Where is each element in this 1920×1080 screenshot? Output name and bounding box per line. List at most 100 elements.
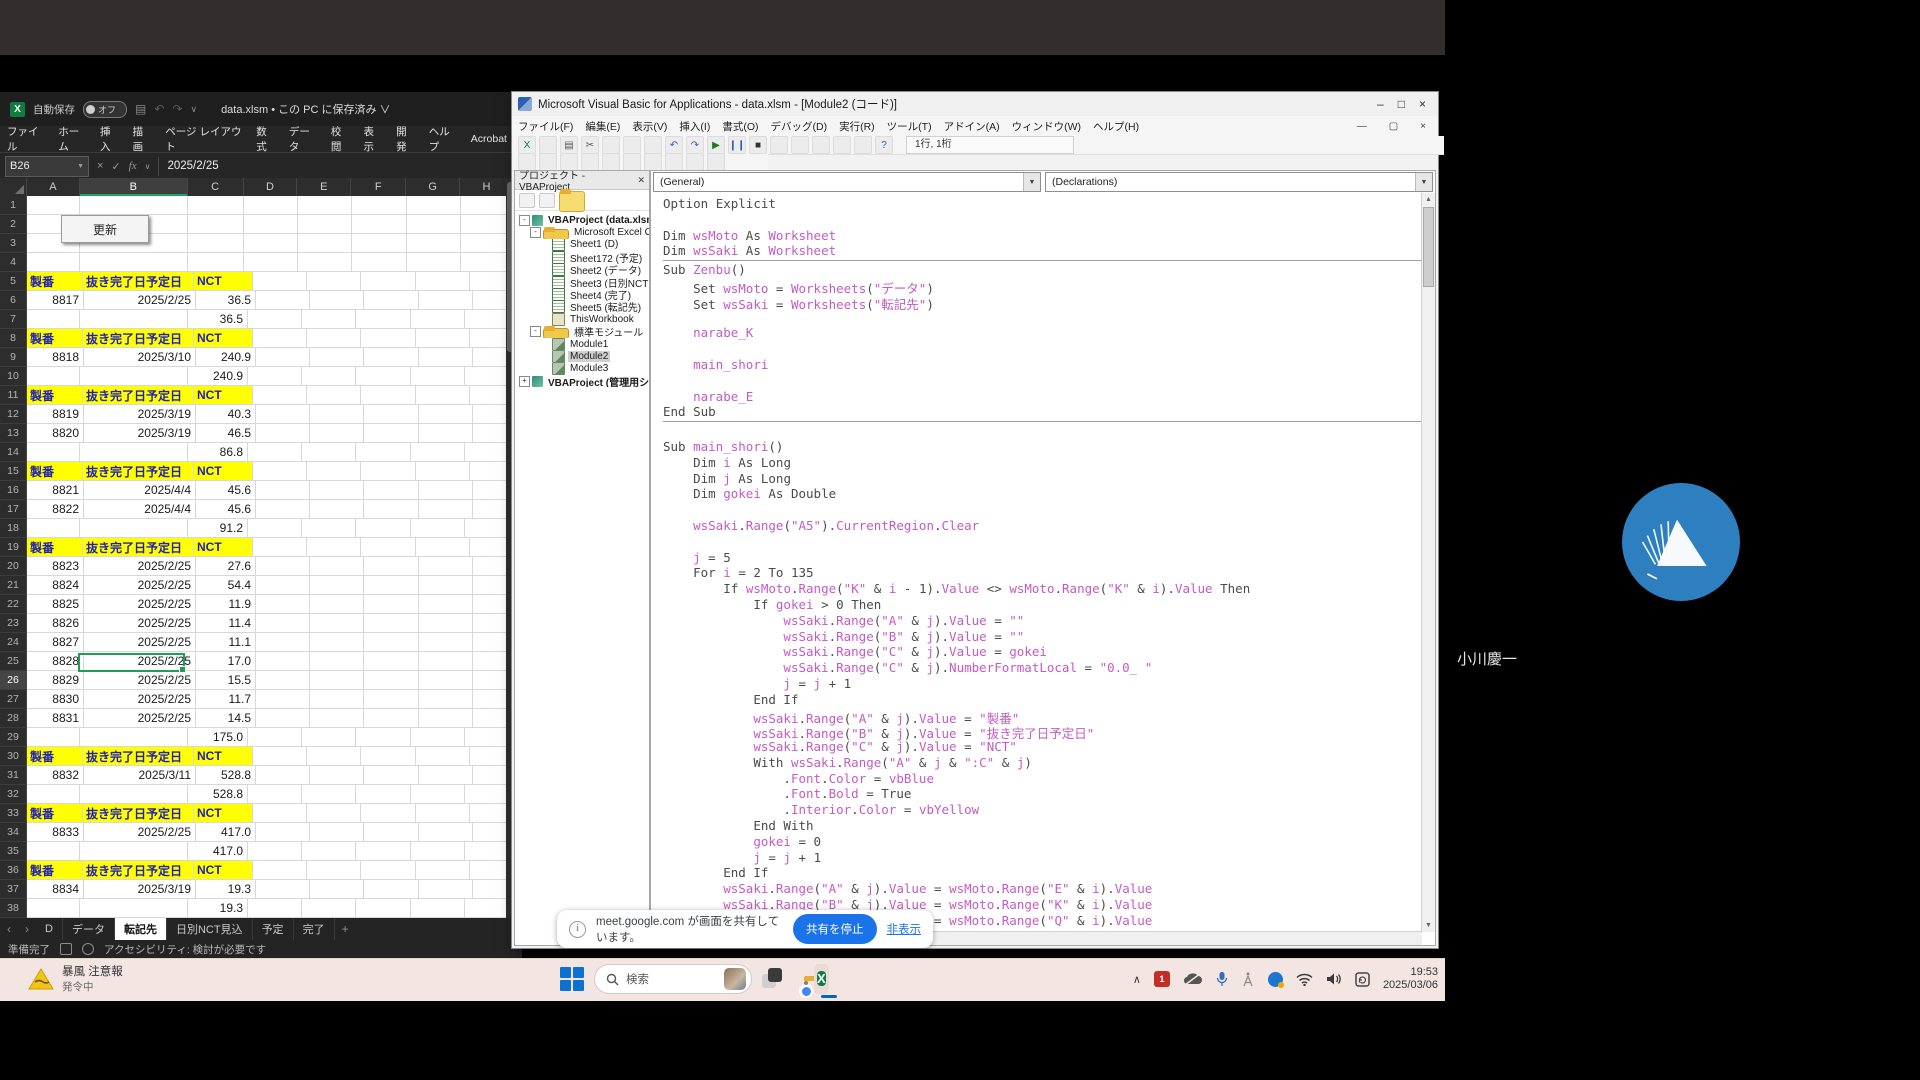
row-header-9[interactable]: 9	[0, 348, 27, 367]
cell-G27[interactable]	[419, 690, 473, 709]
cell-B29[interactable]	[80, 728, 188, 747]
tree-item-sheet5-[interactable]: Sheet5 (転記先)	[515, 301, 649, 313]
row-header-18[interactable]: 18	[0, 519, 27, 538]
cell-E18[interactable]	[302, 519, 356, 538]
sheet-tab-転記先[interactable]: 転記先	[115, 918, 167, 940]
cell-E30[interactable]	[307, 747, 361, 766]
cell-G1[interactable]	[407, 196, 461, 215]
cell-C1[interactable]	[188, 196, 244, 215]
cell-C28[interactable]: 14.5	[196, 709, 256, 728]
cell-E34[interactable]	[310, 823, 364, 842]
mdi-restore-icon[interactable]: ▢	[1383, 121, 1404, 132]
cell-A19[interactable]: 製番	[27, 538, 83, 557]
cell-D5[interactable]	[253, 272, 307, 291]
cell-E1[interactable]	[298, 196, 352, 215]
tree-item-vbaproject-[interactable]: +VBAProject (管理用シ	[515, 375, 649, 387]
cell-C36[interactable]: NCT	[194, 861, 253, 880]
cell-A9[interactable]: 8818	[27, 348, 84, 367]
cell-D25[interactable]	[256, 652, 310, 671]
row-header-15[interactable]: 15	[0, 462, 27, 481]
cell-F21[interactable]	[364, 576, 419, 595]
cell-A11[interactable]: 製番	[27, 386, 83, 405]
hide-banner-link[interactable]: 非表示	[887, 921, 922, 937]
cell-E14[interactable]	[302, 443, 356, 462]
break-icon[interactable]: ❙❙	[728, 136, 746, 154]
cell-G38[interactable]	[411, 899, 465, 918]
tree-item-sheet2-[interactable]: Sheet2 (データ)	[515, 264, 649, 276]
cell-B10[interactable]	[80, 367, 188, 386]
excel-view-icon[interactable]: X	[518, 136, 536, 154]
row-header-27[interactable]: 27	[0, 690, 27, 709]
cell-C22[interactable]: 11.9	[196, 595, 256, 614]
cell-F26[interactable]	[364, 671, 419, 690]
cell-C5[interactable]: NCT	[194, 272, 253, 291]
cell-E38[interactable]	[302, 899, 356, 918]
stop-sharing-button[interactable]: 共有を停止	[793, 914, 877, 944]
cell-B15[interactable]: 抜き完了日予定日	[83, 462, 194, 481]
cell-E29[interactable]	[302, 728, 356, 747]
cell-A27[interactable]: 8830	[27, 690, 84, 709]
cell-F25[interactable]	[364, 652, 419, 671]
cell-C11[interactable]: NCT	[194, 386, 253, 405]
cell-C9[interactable]: 240.9	[196, 348, 256, 367]
properties-icon[interactable]	[812, 136, 830, 154]
macro-record-icon[interactable]	[60, 943, 72, 955]
cell-E27[interactable]	[310, 690, 364, 709]
cell-A8[interactable]: 製番	[27, 329, 83, 348]
cell-C13[interactable]: 46.5	[196, 424, 256, 443]
column-header-D[interactable]: D	[244, 178, 298, 196]
cell-D33[interactable]	[253, 804, 307, 823]
cell-G7[interactable]	[411, 310, 465, 329]
add-sheet-icon[interactable]: +	[335, 922, 356, 936]
row-header-23[interactable]: 23	[0, 614, 27, 633]
row-header-17[interactable]: 17	[0, 500, 27, 519]
name-box[interactable]: B26▼	[5, 156, 89, 177]
row-header-26[interactable]: 26	[0, 671, 27, 690]
cell-D18[interactable]	[248, 519, 302, 538]
cell-F11[interactable]	[361, 386, 416, 405]
maximize-icon[interactable]: □	[1398, 97, 1405, 111]
mdi-close-icon[interactable]: ×	[1414, 121, 1432, 132]
update-macro-button[interactable]: 更新	[61, 215, 149, 243]
cell-C10[interactable]: 240.9	[188, 367, 248, 386]
cell-B11[interactable]: 抜き完了日予定日	[83, 386, 194, 405]
cell-G3[interactable]	[407, 234, 461, 253]
cell-D7[interactable]	[248, 310, 302, 329]
cell-C19[interactable]: NCT	[194, 538, 253, 557]
cell-D19[interactable]	[253, 538, 307, 557]
close-icon[interactable]: ✕	[637, 175, 645, 186]
row-header-33[interactable]: 33	[0, 804, 27, 823]
cell-C14[interactable]: 86.8	[188, 443, 248, 462]
ribbon-tab-10[interactable]: ヘルプ	[422, 124, 464, 154]
fill-handle[interactable]	[179, 666, 186, 673]
view-object-icon[interactable]	[539, 193, 555, 208]
toggle-folders-icon[interactable]	[559, 191, 585, 212]
cell-D10[interactable]	[248, 367, 302, 386]
cell-C2[interactable]	[188, 215, 244, 234]
cell-C7[interactable]: 36.5	[188, 310, 248, 329]
cell-A7[interactable]	[27, 310, 80, 329]
cell-D37[interactable]	[256, 880, 310, 899]
cell-G26[interactable]	[419, 671, 473, 690]
insert-object-icon[interactable]	[539, 136, 557, 154]
cell-D31[interactable]	[256, 766, 310, 785]
row-header-20[interactable]: 20	[0, 557, 27, 576]
cell-G21[interactable]	[419, 576, 473, 595]
cell-F17[interactable]	[364, 500, 419, 519]
cell-C32[interactable]: 528.8	[188, 785, 248, 804]
cell-D32[interactable]	[248, 785, 302, 804]
cell-A21[interactable]: 8824	[27, 576, 84, 595]
cell-A4[interactable]	[27, 253, 80, 272]
close-icon[interactable]: ×	[1419, 97, 1426, 111]
vba-menu-編集[interactable]: 編集(E)	[579, 119, 626, 134]
cell-G9[interactable]	[419, 348, 473, 367]
cell-G17[interactable]	[419, 500, 473, 519]
cell-C38[interactable]: 19.3	[188, 899, 248, 918]
cell-E16[interactable]	[310, 481, 364, 500]
cell-D22[interactable]	[256, 595, 310, 614]
row-header-29[interactable]: 29	[0, 728, 27, 747]
accessibility-status[interactable]: アクセシビリティ: 検討が必要です	[104, 942, 266, 957]
cell-A29[interactable]	[27, 728, 80, 747]
cell-A22[interactable]: 8825	[27, 595, 84, 614]
cell-B16[interactable]: 2025/4/4	[84, 481, 196, 500]
